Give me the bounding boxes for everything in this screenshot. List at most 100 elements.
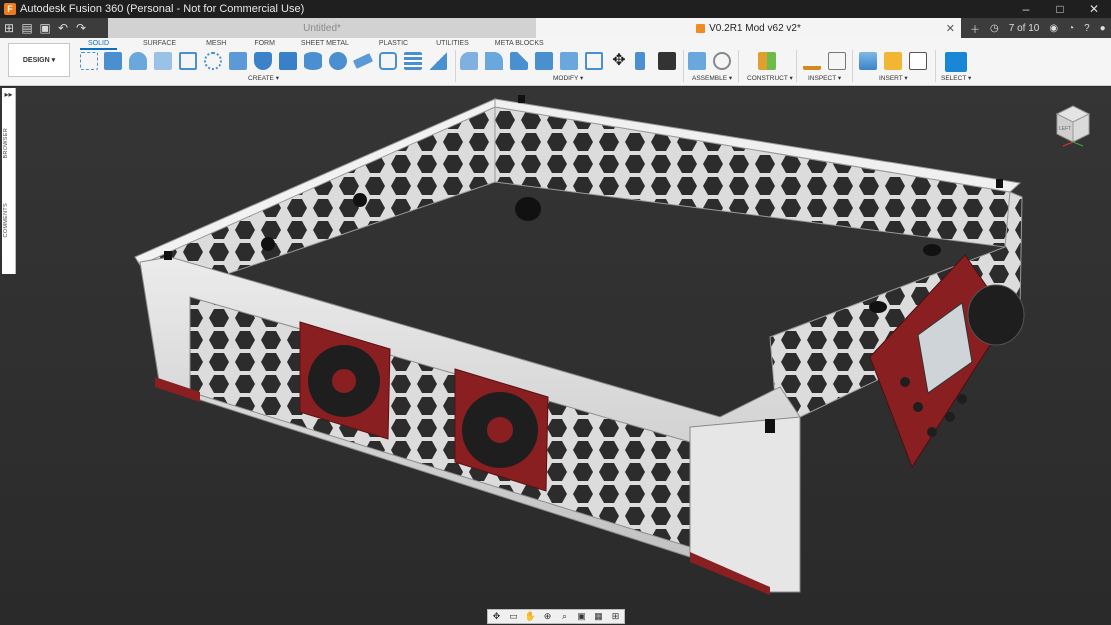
select-icon[interactable]	[945, 52, 967, 72]
combine-icon[interactable]	[229, 52, 247, 70]
model-render	[134, 95, 1025, 595]
revolve-icon[interactable]	[129, 52, 147, 70]
emboss-icon[interactable]	[404, 52, 422, 70]
create-menu[interactable]: CREATE ▾	[248, 74, 279, 82]
separator	[455, 50, 456, 82]
offset-plane-icon[interactable]	[758, 52, 776, 70]
viewports-icon[interactable]: ⊞	[610, 611, 622, 622]
tab-meta-blocks[interactable]: META BLOCKS	[487, 39, 552, 50]
insert-menu[interactable]: INSERT ▾	[879, 74, 908, 82]
pipe-icon[interactable]	[352, 53, 374, 69]
tab-mesh[interactable]: MESH	[198, 39, 234, 50]
circular-pattern-icon[interactable]	[204, 52, 222, 70]
nut	[518, 95, 525, 103]
separator	[796, 50, 797, 82]
tab-form[interactable]: FORM	[246, 39, 283, 50]
maximize-button[interactable]: □	[1043, 0, 1077, 18]
create-sketch-icon[interactable]	[80, 52, 98, 70]
rectangular-pattern-icon[interactable]	[179, 52, 197, 70]
tab-sheet-metal[interactable]: SHEET METAL	[293, 39, 357, 50]
chamfer-icon[interactable]	[510, 52, 528, 70]
app-grid-icon[interactable]: ⊞	[0, 21, 18, 35]
measure-icon[interactable]	[803, 52, 821, 70]
cylinder-icon[interactable]	[304, 52, 322, 70]
clock-history-icon[interactable]: ◔	[1063, 23, 1079, 34]
tab-active-document[interactable]: V0.2R1 Mod v62 v2* ✕	[536, 18, 961, 38]
fit-icon[interactable]: ⌕	[559, 611, 571, 622]
help-icon[interactable]: ?	[1079, 23, 1095, 34]
expand-panel-icon[interactable]: ▸▸	[2, 90, 15, 99]
tab-plastic[interactable]: PLASTIC	[371, 39, 416, 50]
comments-label[interactable]: COMMENTS	[3, 203, 9, 237]
construct-menu[interactable]: CONSTRUCT ▾	[747, 74, 793, 82]
job-counter[interactable]: 7 of 10	[1004, 23, 1045, 34]
insert-canvas-icon[interactable]	[859, 52, 877, 70]
quick-access-toolbar: ⊞ ▤ ▣ ↶ ↷	[0, 18, 90, 38]
scale-icon[interactable]	[585, 52, 603, 70]
press-pull-icon[interactable]	[460, 52, 478, 70]
tab-surface[interactable]: SURFACE	[135, 39, 184, 50]
workspace-tabs: SOLID SURFACE MESH FORM SHEET METAL PLAS…	[80, 39, 552, 51]
shell-icon[interactable]	[535, 52, 553, 70]
align-icon[interactable]	[635, 52, 645, 70]
close-window-button[interactable]: ✕	[1077, 0, 1111, 18]
interference-icon[interactable]	[828, 52, 846, 70]
nut	[261, 237, 275, 251]
window-title: Autodesk Fusion 360 (Personal - Not for …	[20, 3, 305, 15]
zoom-icon[interactable]: ⊕	[542, 611, 554, 622]
extrude-icon[interactable]	[104, 52, 122, 70]
file-menu-icon[interactable]: ▤	[18, 21, 36, 35]
separator	[683, 50, 684, 82]
tab-utilities[interactable]: UTILITIES	[428, 39, 477, 50]
sphere-icon[interactable]	[329, 52, 347, 70]
notifications-icon[interactable]: ◉	[1044, 23, 1063, 34]
undo-icon[interactable]: ↶	[54, 21, 72, 35]
save-icon[interactable]: ▣	[36, 21, 54, 35]
select-menu[interactable]: SELECT ▾	[941, 74, 971, 82]
browser-side-panel[interactable]: ▸▸ BROWSER COMMENTS	[2, 88, 16, 274]
ribbon-toolbar: DESIGN ▾ SOLID SURFACE MESH FORM SHEET M…	[0, 38, 1111, 86]
orbit-icon[interactable]: ✥	[491, 611, 503, 622]
box-icon[interactable]	[279, 52, 297, 70]
modify-menu[interactable]: MODIFY ▾	[553, 74, 583, 82]
close-tab-icon[interactable]: ✕	[946, 22, 955, 35]
tab-untitled-label: Untitled*	[303, 22, 341, 34]
clock-icon[interactable]: ◷	[985, 23, 1004, 34]
sweep-icon[interactable]	[154, 52, 172, 70]
design-doc-icon	[696, 23, 706, 33]
pan-icon[interactable]: ✋	[525, 611, 537, 622]
nut	[996, 179, 1003, 188]
nut	[515, 197, 541, 221]
new-tab-icon[interactable]: ＋	[965, 21, 985, 36]
thread-icon[interactable]	[379, 52, 397, 70]
nut	[765, 419, 775, 433]
new-component-icon[interactable]	[688, 52, 706, 70]
look-at-icon[interactable]: ▭	[508, 611, 520, 622]
inspect-menu[interactable]: INSPECT ▾	[808, 74, 841, 82]
move-icon[interactable]: ✥	[610, 52, 628, 70]
nut	[164, 251, 172, 260]
appearance-icon[interactable]	[658, 52, 676, 70]
tab-untitled[interactable]: Untitled*	[108, 18, 536, 38]
display-settings-icon[interactable]: ▣	[576, 611, 588, 622]
canvas-viewport[interactable]	[0, 87, 1111, 625]
tab-solid[interactable]: SOLID	[80, 39, 118, 50]
mirror-icon[interactable]	[429, 52, 447, 70]
fillet-icon[interactable]	[485, 52, 503, 70]
hole-icon[interactable]	[254, 52, 272, 70]
workspace-switcher[interactable]: DESIGN ▾	[8, 43, 70, 77]
minimize-button[interactable]: –	[1009, 0, 1043, 18]
browser-label[interactable]: BROWSER	[3, 128, 9, 159]
joint-icon[interactable]	[713, 52, 731, 70]
insert-derive-icon[interactable]	[909, 52, 927, 70]
redo-icon[interactable]: ↷	[72, 21, 90, 35]
insert-mesh-icon[interactable]	[884, 52, 902, 70]
printer-frame-model	[134, 95, 1025, 595]
draft-icon[interactable]	[560, 52, 578, 70]
profile-icon[interactable]: ●	[1095, 23, 1111, 34]
view-cube[interactable]: LEFT	[1049, 100, 1097, 148]
fusion-app-window: F Autodesk Fusion 360 (Personal - Not fo…	[0, 0, 1111, 625]
separator	[852, 50, 853, 82]
assemble-menu[interactable]: ASSEMBLE ▾	[692, 74, 732, 82]
grid-settings-icon[interactable]: ▦	[593, 611, 605, 622]
